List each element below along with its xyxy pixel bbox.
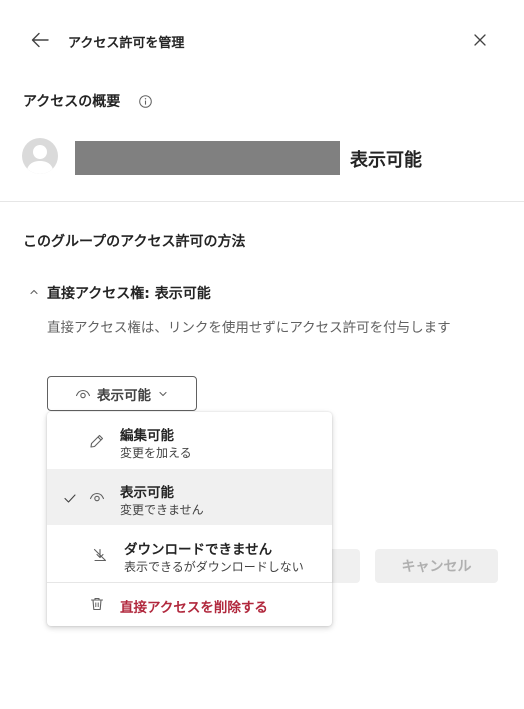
close-icon bbox=[474, 34, 486, 46]
info-icon[interactable] bbox=[139, 95, 152, 108]
remove-direct-access-button[interactable]: 直接アクセスを削除する bbox=[47, 583, 332, 626]
person-icon bbox=[26, 145, 54, 174]
menu-item-title: ダウンロードできません bbox=[124, 542, 273, 558]
no-download-icon bbox=[92, 547, 108, 563]
menu-item-cannot-download[interactable]: ダウンロードできません 表示できるがダウンロードしない bbox=[47, 526, 332, 582]
menu-item-subtitle: 表示できるがダウンロードしない bbox=[124, 560, 304, 574]
access-overview-title: アクセスの概要 bbox=[23, 94, 121, 110]
menu-item-can-edit[interactable]: 編集可能 変更を加える bbox=[47, 412, 332, 468]
redacted-group-name bbox=[75, 141, 340, 175]
permission-select[interactable]: 表示可能 bbox=[47, 376, 197, 411]
chevron-up-icon[interactable] bbox=[28, 286, 40, 298]
eye-icon bbox=[89, 489, 105, 505]
back-button[interactable] bbox=[28, 28, 52, 52]
checkmark-icon bbox=[62, 490, 78, 506]
permission-select-label: 表示可能 bbox=[97, 387, 151, 404]
cancel-button[interactable]: キャンセル bbox=[375, 549, 498, 583]
permission-dropdown: 編集可能 変更を加える 表示可能 変更できません ダウンロードできません 表示で bbox=[47, 412, 332, 626]
direct-access-description: 直接アクセス権は、リンクを使用せずにアクセス許可を付与します bbox=[47, 320, 451, 336]
menu-item-title: 表示可能 bbox=[120, 485, 174, 501]
remove-direct-access-label: 直接アクセスを削除する bbox=[120, 600, 268, 616]
avatar bbox=[22, 138, 58, 174]
menu-item-can-view[interactable]: 表示可能 変更できません bbox=[47, 469, 332, 525]
group-access-title: このグループのアクセス許可の方法 bbox=[23, 234, 246, 250]
chevron-down-icon bbox=[159, 391, 167, 396]
overview-permission: 表示可能 bbox=[350, 150, 422, 171]
trash-icon bbox=[89, 596, 105, 612]
panel-title: アクセス許可を管理 bbox=[68, 36, 185, 51]
menu-item-subtitle: 変更を加える bbox=[120, 446, 192, 460]
menu-item-subtitle: 変更できません bbox=[120, 503, 204, 517]
divider bbox=[0, 201, 524, 202]
arrow-left-icon bbox=[31, 32, 49, 48]
eye-icon bbox=[75, 389, 91, 398]
menu-item-title: 編集可能 bbox=[120, 428, 174, 444]
direct-access-title[interactable]: 直接アクセス権: 表示可能 bbox=[47, 283, 211, 303]
close-button[interactable] bbox=[470, 30, 490, 50]
pencil-icon bbox=[89, 433, 105, 449]
